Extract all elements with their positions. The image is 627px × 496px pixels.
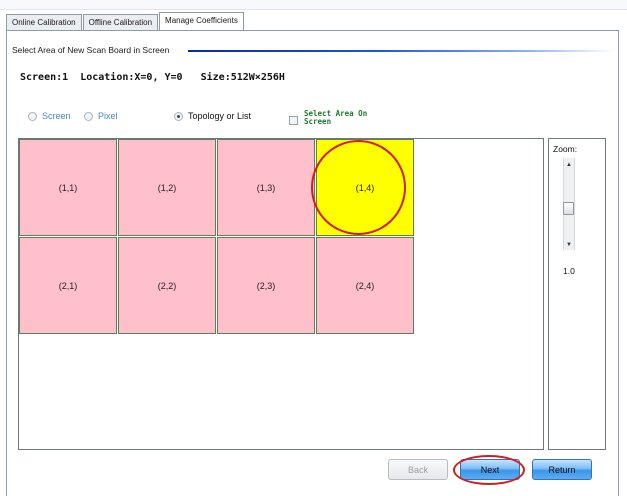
radio-pixel-circle[interactable] (84, 111, 93, 121)
tab-manage-coefficients[interactable]: Manage Coefficients (159, 12, 244, 31)
cell-label: (1,3) (256, 182, 276, 193)
zoom-panel (548, 138, 606, 450)
cell-label: (1,1) (58, 182, 78, 193)
zoom-value: 1.0 (563, 266, 575, 276)
cell-label: (2,4) (355, 280, 375, 291)
cell-label: (2,3) (256, 280, 276, 291)
group-title-rule (188, 50, 614, 52)
scan-board-cell[interactable]: (2,2) (118, 237, 216, 334)
scan-board-cell-selected[interactable]: (1,4) (316, 139, 414, 236)
zoom-slider-thumb[interactable] (563, 202, 574, 215)
scan-board-cell[interactable]: (2,3) (217, 237, 315, 334)
group-title: Select Area of New Scan Board in Screen (12, 45, 172, 55)
next-button[interactable]: Next (460, 459, 520, 480)
scan-board-cell[interactable]: (2,1) (19, 237, 117, 334)
scan-board-cell[interactable]: (2,4) (316, 237, 414, 334)
radio-screen-label: Screen (42, 111, 71, 121)
scan-board-cell[interactable]: (1,3) (217, 139, 315, 236)
radio-topology-circle[interactable] (174, 111, 183, 121)
topology-area: (1,1) (1,2) (1,3) (1,4) (2,1) (2,2) (2,3… (18, 138, 544, 450)
select-area-label: Select Area On Screen (304, 109, 368, 126)
screen-info-text: Screen:1 Location:X=0, Y=0 Size:512W×256… (20, 72, 285, 83)
return-button[interactable]: Return (532, 459, 592, 480)
tab-offline-calibration[interactable]: Offline Calibration (82, 14, 159, 30)
scan-board-cell[interactable]: (1,1) (19, 139, 117, 236)
zoom-up-arrow-icon[interactable]: ▲ (566, 162, 572, 168)
calibration-window: Online Calibration Offline Calibration M… (0, 0, 627, 496)
radio-pixel-label: Pixel (98, 111, 118, 121)
radio-pixel[interactable]: Pixel (84, 109, 118, 123)
radio-topology-label: Topology or List (188, 111, 252, 121)
back-button[interactable]: Back (388, 459, 448, 480)
cell-label: (1,2) (157, 182, 177, 193)
tab-online-calibration[interactable]: Online Calibration (6, 14, 82, 30)
cell-label: (2,1) (58, 280, 78, 291)
zoom-down-arrow-icon[interactable]: ▼ (566, 242, 572, 248)
zoom-label: Zoom: (553, 144, 578, 154)
radio-screen[interactable]: Screen (28, 109, 71, 123)
cell-label: (2,2) (157, 280, 177, 291)
tab-bar: Online Calibration Offline Calibration M… (6, 12, 245, 31)
window-top-strip (0, 0, 627, 10)
radio-screen-circle[interactable] (28, 111, 37, 121)
radio-topology[interactable]: Topology or List (174, 109, 251, 123)
scan-board-cell[interactable]: (1,2) (118, 139, 216, 236)
select-area-checkbox[interactable] (289, 116, 298, 125)
cell-label: (1,4) (355, 182, 375, 193)
